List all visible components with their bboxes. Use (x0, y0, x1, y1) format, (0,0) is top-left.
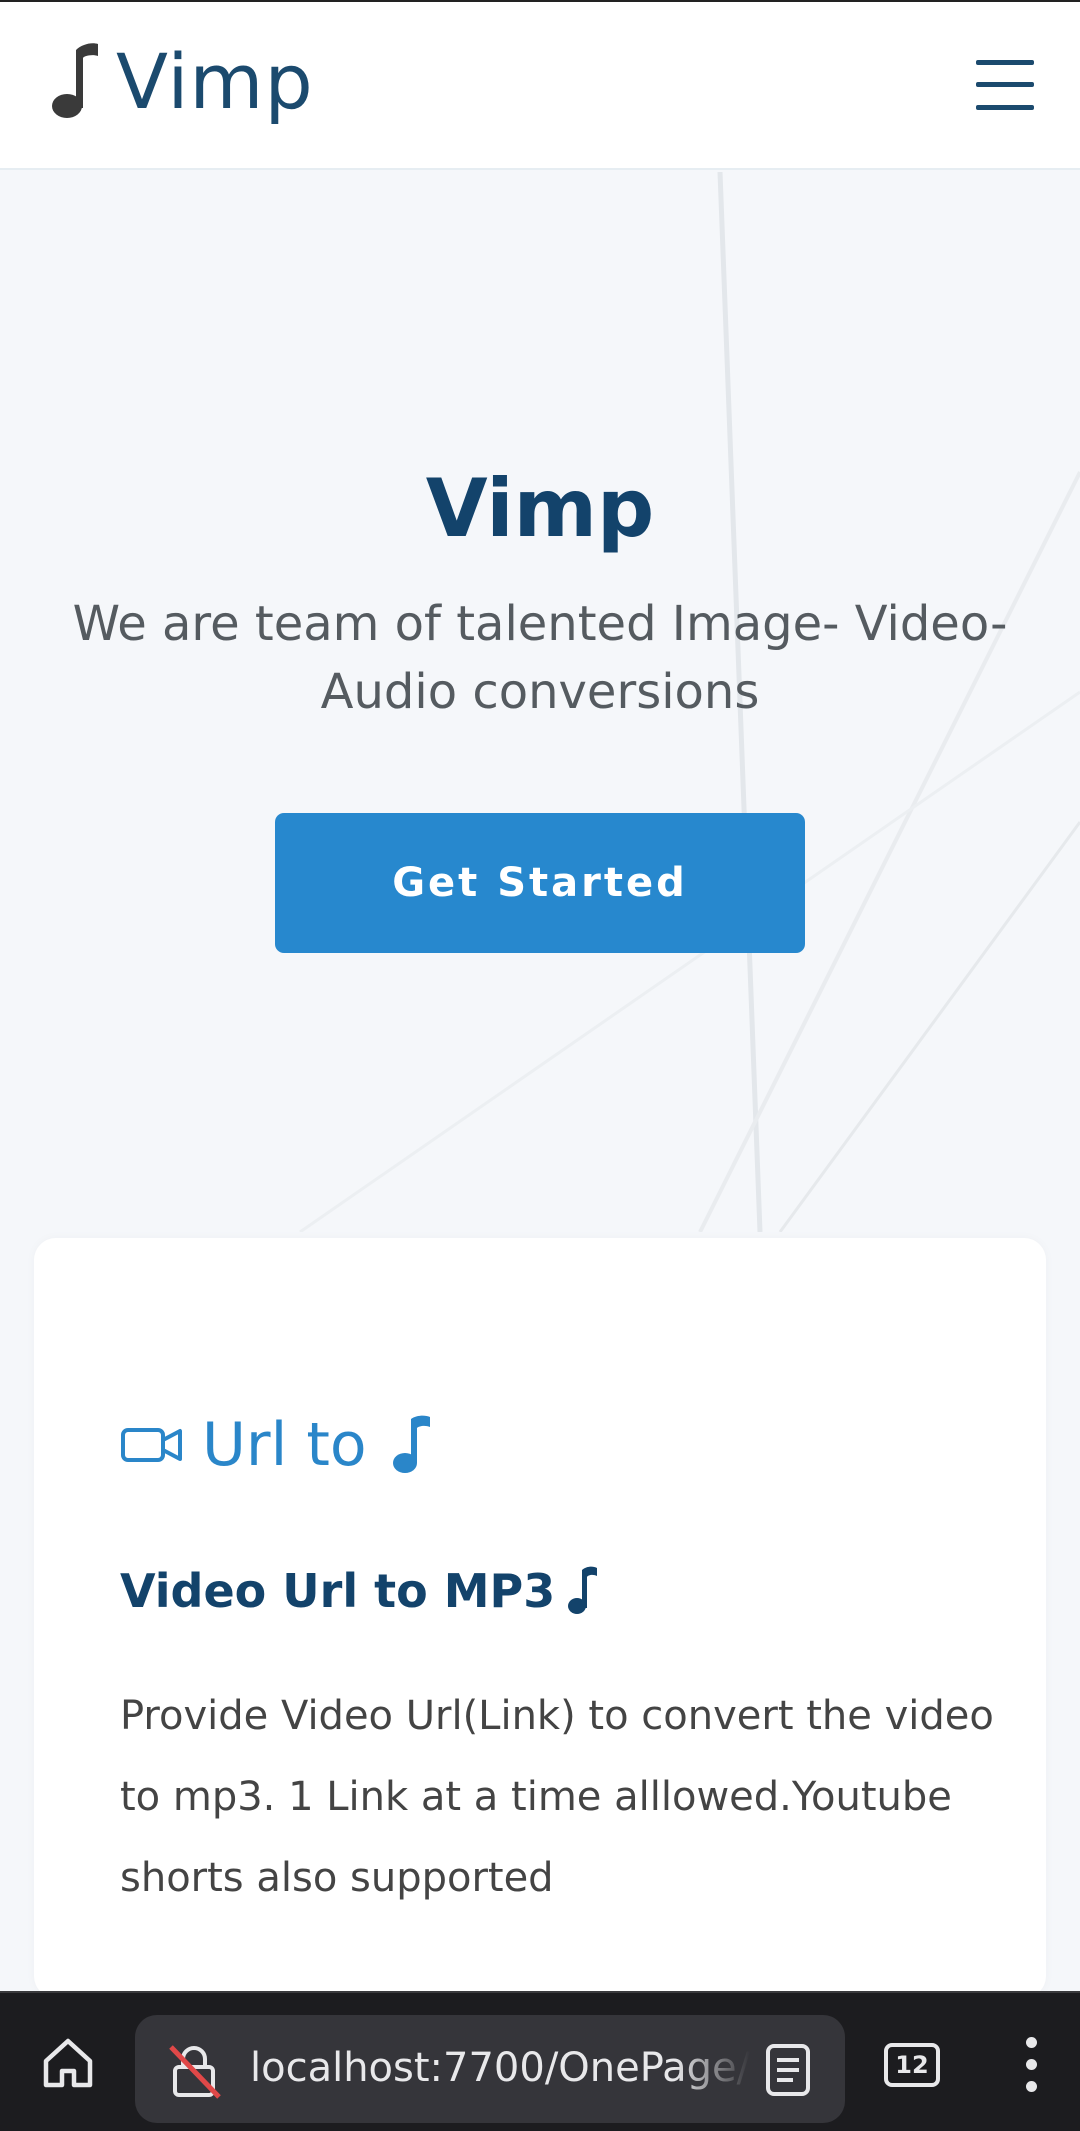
reader-mode-icon[interactable] (763, 2043, 813, 2097)
more-options-icon[interactable] (1018, 2033, 1044, 2097)
address-bar[interactable]: localhost:7700/OnePage/ (135, 2015, 845, 2123)
service-card: Url to Video Url to MP3 Provide Video Ur… (34, 1238, 1046, 1998)
brand-name: Vimp (116, 37, 314, 126)
brand-logo-link[interactable]: Vimp (52, 42, 314, 122)
url-text: localhost:7700/OnePage/ (250, 2045, 750, 2091)
video-camera-icon (121, 1428, 182, 1462)
hero-subtitle: We are team of talented Image- Video- Au… (72, 596, 1008, 720)
card-title-text: Video Url to MP3 (120, 1564, 556, 1618)
music-note-icon (392, 1415, 430, 1473)
site-header: Vimp (0, 2, 1080, 170)
music-note-icon (568, 1566, 598, 1614)
card-description: Provide Video Url(Link) to convert the v… (120, 1693, 994, 1901)
tab-switcher-button[interactable]: 12 (884, 2043, 940, 2087)
music-note-icon (52, 43, 98, 118)
hero-title: Vimp (425, 462, 655, 555)
hero-section: Vimp We are team of talented Image- Vide… (0, 172, 1080, 1232)
home-icon[interactable] (40, 2035, 96, 2091)
card-title: Video Url to MP3 (120, 1564, 599, 1618)
browser-toolbar: localhost:7700/OnePage/ 12 (0, 1991, 1080, 2131)
hamburger-menu-icon[interactable] (976, 60, 1034, 110)
card-heading: Url to (120, 1410, 433, 1480)
insecure-lock-icon (169, 2045, 221, 2099)
get-started-button[interactable]: Get Started (275, 813, 805, 953)
card-heading-text: Url to (202, 1410, 367, 1480)
